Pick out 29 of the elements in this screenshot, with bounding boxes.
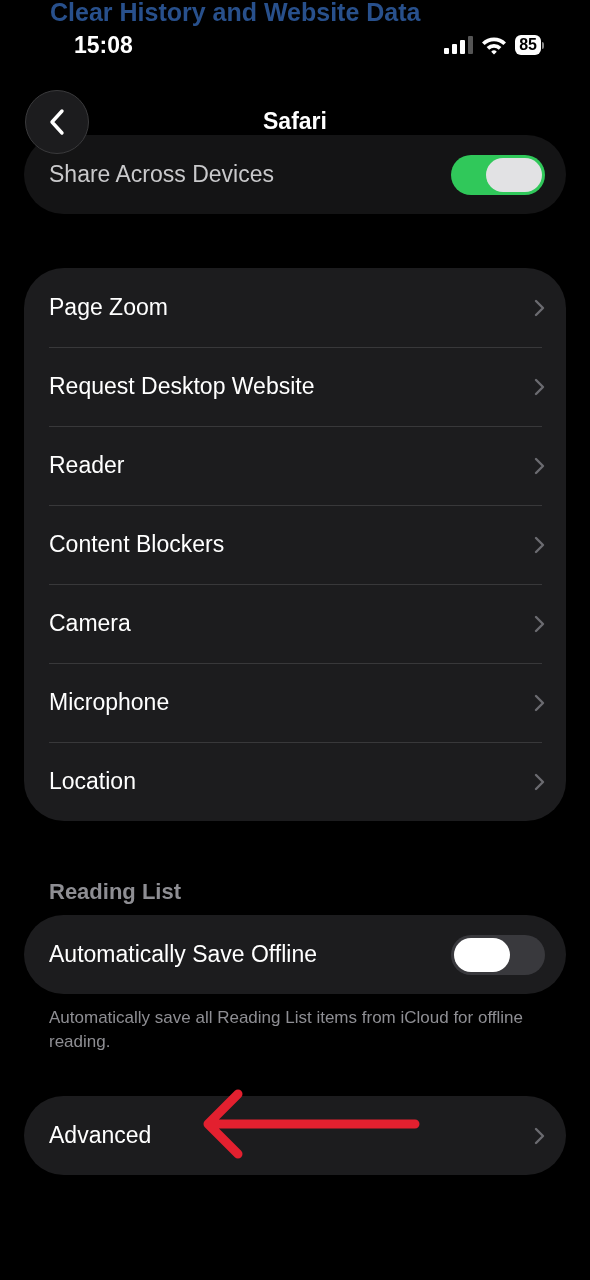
setting-label: Share Across Devices [49, 161, 274, 188]
wifi-icon [481, 35, 508, 55]
chevron-icon [534, 772, 545, 791]
faded-text: Clear History and Website Data [50, 0, 421, 27]
chevron-icon [534, 535, 545, 554]
footnote-text: Automatically save all Reading List items from iCloud for offline reading. [49, 1007, 524, 1053]
clock-time: 15:08 [74, 31, 133, 59]
settings-row[interactable]: Location [24, 742, 566, 821]
page-title: Safari [263, 108, 327, 135]
chevron-icon [534, 1126, 545, 1145]
chevron-icon [534, 377, 545, 396]
setting-label: Automatically Save Offline [49, 941, 318, 968]
signal-icon [444, 36, 474, 54]
settings-row[interactable]: Content Blockers [24, 505, 566, 584]
settings-row[interactable]: Reader [24, 426, 566, 505]
chevron-icon [534, 298, 545, 317]
chevron-icon [534, 614, 545, 633]
toggle-switch[interactable] [451, 934, 545, 975]
chevron-icon [534, 456, 545, 475]
settings-row[interactable]: Camera [24, 584, 566, 663]
section-header: Reading List [49, 879, 182, 905]
back-icon [49, 108, 65, 136]
chevron-icon [534, 693, 545, 712]
settings-row[interactable]: Microphone [24, 663, 566, 742]
settings-row[interactable]: Advanced [24, 1096, 566, 1175]
settings-row[interactable]: Request Desktop Website [24, 347, 566, 426]
settings-row[interactable]: Page Zoom [24, 268, 566, 347]
toggle-switch[interactable] [451, 154, 545, 195]
battery-icon: 85 [515, 35, 544, 55]
